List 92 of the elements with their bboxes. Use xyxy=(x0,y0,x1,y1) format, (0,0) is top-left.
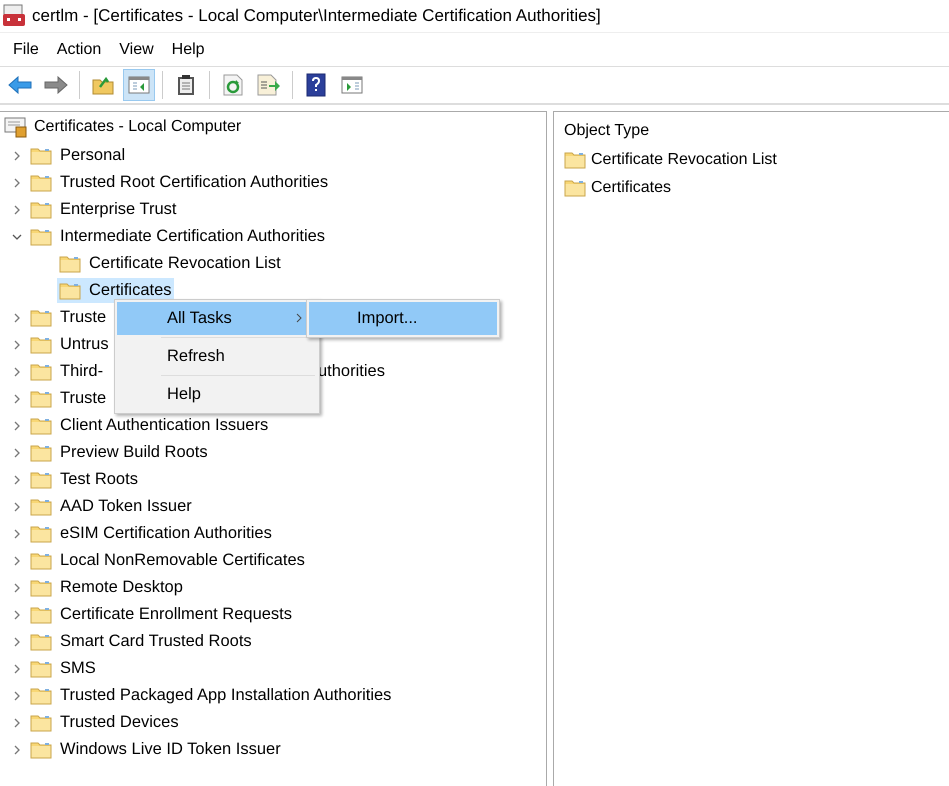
chevron-right-icon[interactable] xyxy=(12,690,22,700)
menu-item[interactable]: Refresh xyxy=(117,340,317,373)
tree-item-text: uthorities xyxy=(318,362,385,381)
tree-item[interactable]: Test Roots xyxy=(28,467,140,492)
tree-item[interactable]: Trusted Devices xyxy=(28,710,181,735)
folder-icon xyxy=(30,578,52,596)
menu-item[interactable]: File xyxy=(4,40,48,58)
chevron-right-icon[interactable] xyxy=(12,636,22,646)
tree-item[interactable]: Trusted Root Certification Authorities xyxy=(28,170,330,195)
tree-item[interactable]: Truste xyxy=(28,386,108,411)
folder-icon xyxy=(564,179,586,197)
folder-icon xyxy=(30,146,52,164)
refresh-icon xyxy=(223,74,243,96)
window-title: certlm - [Certificates - Local Computer\Intermediate Certification Authorities] xyxy=(32,6,601,26)
chevron-right-icon[interactable] xyxy=(12,420,22,430)
chevron-right-icon[interactable] xyxy=(12,448,22,458)
tree-item[interactable]: eSIM Certification Authorities xyxy=(28,521,274,546)
chevron-right-icon[interactable] xyxy=(12,556,22,566)
folder-icon xyxy=(30,470,52,488)
chevron-right-icon[interactable] xyxy=(12,528,22,538)
tree-item[interactable]: Personal xyxy=(28,143,128,168)
tree-item[interactable]: Intermediate Certification Authorities xyxy=(28,224,328,249)
chevron-right-icon[interactable] xyxy=(12,340,22,350)
menu-item[interactable]: Import... xyxy=(309,302,497,335)
chevron-right-icon[interactable] xyxy=(12,502,22,512)
tree-root[interactable]: Certificates - Local Computer xyxy=(34,118,242,136)
folder-icon xyxy=(59,282,81,300)
chevron-right-icon[interactable] xyxy=(12,312,22,322)
folder-icon xyxy=(30,336,52,354)
chevron-right-icon[interactable] xyxy=(12,718,22,728)
tree-item[interactable]: Enterprise Trust xyxy=(28,197,178,222)
menu-item[interactable]: View xyxy=(110,40,163,58)
folder-icon xyxy=(30,444,52,462)
list-item[interactable]: Certificate Revocation List xyxy=(591,151,777,169)
folder-icon xyxy=(30,308,52,326)
tree-item[interactable]: AAD Token Issuer xyxy=(28,494,194,519)
folder-icon xyxy=(30,740,52,758)
forward-arrow-icon xyxy=(44,75,68,95)
column-header[interactable]: Object Type xyxy=(564,122,939,140)
tree-item[interactable]: Certificate Revocation List xyxy=(57,251,283,276)
folder-icon xyxy=(30,552,52,570)
chevron-right-icon[interactable] xyxy=(12,610,22,620)
back-arrow-icon xyxy=(8,75,32,95)
chevron-right-icon[interactable] xyxy=(12,474,22,484)
tree-item[interactable]: Client Authentication Issuers xyxy=(28,413,270,438)
folder-icon xyxy=(30,632,52,650)
tree-item[interactable]: Certificate Enrollment Requests xyxy=(28,602,294,627)
tree-item[interactable]: Untrus xyxy=(28,332,111,357)
tree-item[interactable]: Smart Card Trusted Roots xyxy=(28,629,254,654)
tree-item[interactable]: SMS xyxy=(28,656,98,681)
certificate-store-icon xyxy=(4,116,28,138)
list-item[interactable]: Certificates xyxy=(591,179,672,197)
clipboard-icon xyxy=(177,74,195,96)
folder-icon xyxy=(30,686,52,704)
export-list-icon xyxy=(257,74,281,96)
menu-item[interactable]: Help xyxy=(117,378,317,411)
tree-item[interactable]: Preview Build Roots xyxy=(28,440,210,465)
folder-icon xyxy=(59,254,81,272)
chevron-right-icon[interactable] xyxy=(12,366,22,376)
chevron-right-icon[interactable] xyxy=(12,664,22,674)
folder-icon xyxy=(30,228,52,246)
chevron-right-icon[interactable] xyxy=(12,178,22,188)
chevron-right-icon[interactable] xyxy=(12,744,22,754)
chevron-right-icon[interactable] xyxy=(12,204,22,214)
folder-icon xyxy=(30,498,52,516)
pane-icon xyxy=(341,75,363,95)
folder-icon xyxy=(30,606,52,624)
chevron-down-icon[interactable] xyxy=(12,232,22,242)
folder-icon xyxy=(30,524,52,542)
help-icon xyxy=(306,73,326,97)
pane-icon xyxy=(128,75,150,95)
tree-item[interactable]: Certificates xyxy=(57,278,174,303)
folder-icon xyxy=(30,416,52,434)
folder-icon xyxy=(92,75,114,95)
tree-item[interactable]: Trusted Packaged App Installation Authorities xyxy=(28,683,394,708)
chevron-right-icon[interactable] xyxy=(12,582,22,592)
tree-item[interactable]: Third- xyxy=(28,359,106,384)
menu-item[interactable]: Help xyxy=(162,40,214,58)
chevron-right-icon[interactable] xyxy=(12,394,22,404)
folder-icon xyxy=(30,390,52,408)
chevron-right-icon[interactable] xyxy=(12,150,22,160)
tree-item[interactable]: Remote Desktop xyxy=(28,575,185,600)
folder-icon xyxy=(30,174,52,192)
tree-item[interactable]: Windows Live ID Token Issuer xyxy=(28,737,283,762)
tree-item[interactable]: Local NonRemovable Certificates xyxy=(28,548,307,573)
folder-icon xyxy=(30,714,52,732)
folder-icon xyxy=(30,200,52,218)
folder-icon xyxy=(30,660,52,678)
folder-icon xyxy=(30,362,52,380)
tree-item[interactable]: Truste xyxy=(28,305,108,330)
menu-item[interactable]: Action xyxy=(48,40,110,58)
folder-icon xyxy=(564,151,586,169)
